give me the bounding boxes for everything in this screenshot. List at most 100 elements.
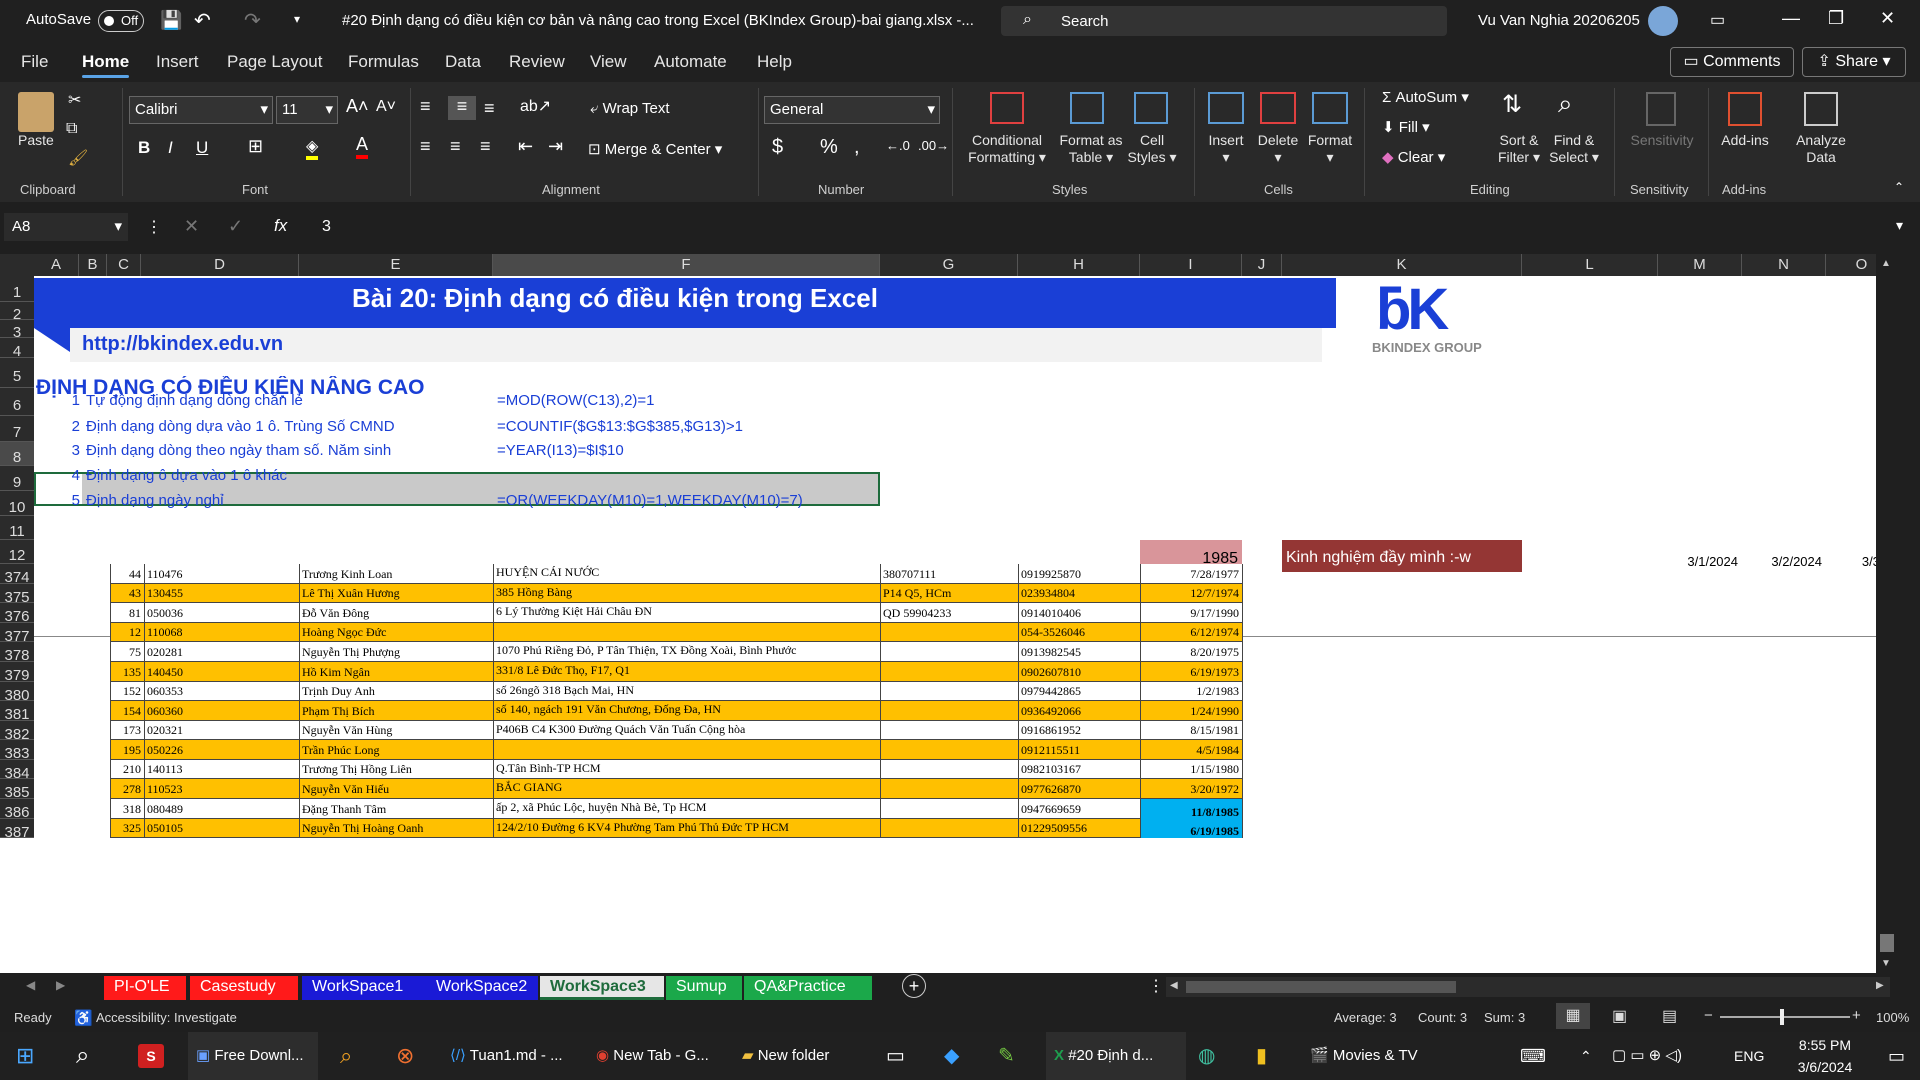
table-cell[interactable]: 195 bbox=[110, 743, 144, 758]
table-cell[interactable]: 060360 bbox=[144, 704, 299, 719]
table-cell[interactable]: 0913982545 bbox=[1018, 645, 1140, 660]
row-header-4[interactable]: 4 bbox=[0, 338, 34, 360]
format-cells-button[interactable]: Format ▾ bbox=[1304, 132, 1356, 166]
user-name[interactable]: Vu Van Nghia 20206205 bbox=[1478, 12, 1640, 29]
row-header-377[interactable]: 377 bbox=[0, 623, 34, 645]
table-cell[interactable]: 9/17/1990 bbox=[1140, 606, 1242, 621]
table-cell[interactable]: 1/15/1980 bbox=[1140, 762, 1242, 777]
zoom-slider-thumb[interactable] bbox=[1780, 1009, 1784, 1025]
row-header-11[interactable]: 11 bbox=[0, 516, 34, 540]
col-header-m[interactable]: M bbox=[1658, 254, 1742, 276]
table-cell[interactable]: 380707111 bbox=[880, 567, 1018, 582]
table-cell[interactable]: 0916861952 bbox=[1018, 723, 1140, 738]
table-cell[interactable]: 12/7/1974 bbox=[1140, 586, 1242, 601]
row-header-387[interactable]: 387 bbox=[0, 819, 34, 841]
table-cell[interactable]: 0914010406 bbox=[1018, 606, 1140, 621]
table-cell[interactable]: 3/20/1972 bbox=[1140, 782, 1242, 797]
menu-insert[interactable]: Insert bbox=[156, 42, 199, 82]
number-format-select[interactable]: General ▾ bbox=[764, 96, 940, 124]
col-header-c[interactable]: C bbox=[107, 254, 141, 276]
maximize-icon[interactable]: ❐ bbox=[1828, 8, 1844, 29]
avatar[interactable] bbox=[1648, 6, 1678, 36]
table-cell[interactable]: 7/28/1977 bbox=[1140, 567, 1242, 582]
sheet-tab-qa-practice[interactable]: QA&Practice bbox=[744, 976, 872, 1000]
row-header-3[interactable]: 3 bbox=[0, 320, 34, 341]
table-cell[interactable]: 6 Lý Thường Kiệt Hải Châu ĐN bbox=[493, 604, 880, 619]
add-ins-button[interactable]: Add-ins bbox=[1712, 132, 1778, 149]
task-vscode[interactable]: ⟨/⟩ Tuan1.md - ... bbox=[444, 1032, 574, 1080]
table-cell[interactable]: 140450 bbox=[144, 665, 299, 680]
table-cell[interactable]: Lê Thị Xuân Hương bbox=[299, 586, 493, 601]
table-cell[interactable]: 050105 bbox=[144, 821, 299, 836]
table-cell[interactable]: 054-3526046 bbox=[1018, 625, 1140, 640]
table-cell[interactable]: 020281 bbox=[144, 645, 299, 660]
table-cell[interactable]: 0947669659 bbox=[1018, 802, 1140, 817]
decrease-indent-icon[interactable]: ⇤ bbox=[518, 136, 533, 157]
date-cell-m10[interactable]: 3/1/2024 bbox=[1658, 554, 1742, 569]
scroll-left-icon[interactable]: ◀ bbox=[1170, 980, 1178, 991]
table-cell[interactable]: 11/8/1985 bbox=[1140, 799, 1242, 819]
row-header-378[interactable]: 378 bbox=[0, 642, 34, 664]
table-cell[interactable]: 1/2/1983 bbox=[1140, 684, 1242, 699]
name-box[interactable]: A8 ▾ bbox=[4, 213, 128, 241]
col-header-f[interactable]: F bbox=[493, 254, 880, 276]
col-header-k[interactable]: K bbox=[1282, 254, 1522, 276]
cell-styles-button[interactable]: Cell Styles ▾ bbox=[1124, 132, 1180, 166]
paste-icon[interactable] bbox=[18, 92, 54, 132]
menu-formulas[interactable]: Formulas bbox=[348, 42, 419, 82]
scroll-thumb[interactable] bbox=[1186, 981, 1456, 993]
menu-view[interactable]: View bbox=[590, 42, 627, 82]
enter-icon[interactable]: ✓ bbox=[228, 216, 243, 237]
zoom-slider[interactable] bbox=[1720, 1016, 1850, 1018]
font-name-select[interactable]: Calibri ▾ bbox=[129, 96, 273, 124]
share-button[interactable]: ⇪ Share ▾ bbox=[1802, 47, 1906, 77]
keyboard-icon[interactable]: ⌨ bbox=[1520, 1032, 1546, 1080]
scroll-up-icon[interactable]: ▲ bbox=[1881, 258, 1891, 269]
ribbon-display-icon[interactable]: ▭ bbox=[1710, 10, 1725, 30]
menu-data[interactable]: Data bbox=[445, 42, 481, 82]
table-cell[interactable]: 0977626870 bbox=[1018, 782, 1140, 797]
close-icon[interactable]: ✕ bbox=[1880, 8, 1895, 29]
task-excel[interactable]: X #20 Định d... bbox=[1046, 1032, 1186, 1080]
task-chrome[interactable]: ◉ New Tab - G... bbox=[590, 1032, 720, 1080]
table-cell[interactable]: Nguyễn Văn Hiếu bbox=[299, 782, 493, 797]
sheet-tab-workspace2[interactable]: WorkSpace2 bbox=[426, 976, 538, 1000]
cut-icon[interactable]: ✂ bbox=[68, 90, 81, 110]
table-cell[interactable]: 6/19/1985 bbox=[1140, 819, 1242, 838]
align-bottom-icon[interactable]: ≡ bbox=[484, 98, 495, 119]
row-header-384[interactable]: 384 bbox=[0, 760, 34, 782]
table-cell[interactable]: Trịnh Duy Anh bbox=[299, 684, 493, 699]
table-cell[interactable]: 173 bbox=[110, 723, 144, 738]
table-cell[interactable]: Hồ Kim Ngân bbox=[299, 665, 493, 680]
app-icon-red[interactable]: S bbox=[138, 1044, 164, 1068]
row-header-8[interactable]: 8 bbox=[0, 442, 34, 466]
table-cell[interactable]: Đặng Thanh Tâm bbox=[299, 802, 493, 817]
table-cell[interactable]: số 26ngõ 318 Bạch Mai, HN bbox=[493, 683, 880, 698]
undo-icon[interactable]: ↶ bbox=[194, 8, 211, 33]
menu-page-layout[interactable]: Page Layout bbox=[227, 42, 322, 82]
table-cell[interactable]: 385 Hồng Bàng bbox=[493, 585, 880, 600]
col-header-d[interactable]: D bbox=[141, 254, 299, 276]
increase-decimal-icon[interactable]: ←.0 bbox=[886, 138, 910, 153]
zoom-in-icon[interactable]: + bbox=[1852, 1007, 1861, 1024]
comma-icon[interactable]: , bbox=[854, 136, 860, 159]
row-header-376[interactable]: 376 bbox=[0, 603, 34, 625]
page-layout-view-icon[interactable]: ▣ bbox=[1612, 1006, 1627, 1026]
table-cell[interactable]: 278 bbox=[110, 782, 144, 797]
table-cell[interactable]: 01229509556 bbox=[1018, 821, 1140, 836]
scroll-down-icon[interactable]: ▼ bbox=[1881, 958, 1891, 969]
vertical-scrollbar[interactable]: ▲ ▼ bbox=[1876, 254, 1898, 973]
function-icon[interactable]: fx bbox=[274, 216, 287, 236]
align-right-icon[interactable]: ≡ bbox=[480, 136, 491, 157]
copy-icon[interactable]: ⧉ bbox=[66, 120, 77, 138]
task-folder[interactable]: ▰ New folder bbox=[736, 1032, 866, 1080]
save-icon[interactable]: 💾 bbox=[160, 10, 182, 31]
format-as-table-button[interactable]: Format as Table ▾ bbox=[1054, 132, 1128, 166]
table-cell[interactable]: 080489 bbox=[144, 802, 299, 817]
table-cell[interactable]: Q.Tân Bình-TP HCM bbox=[493, 761, 880, 776]
analyze-data-button[interactable]: Analyze Data bbox=[1790, 132, 1852, 166]
accessibility-status[interactable]: Accessibility: Investigate bbox=[96, 1010, 237, 1025]
table-cell[interactable]: 210 bbox=[110, 762, 144, 777]
bold-icon[interactable]: B bbox=[138, 138, 150, 158]
currency-icon[interactable]: $ bbox=[772, 136, 783, 159]
